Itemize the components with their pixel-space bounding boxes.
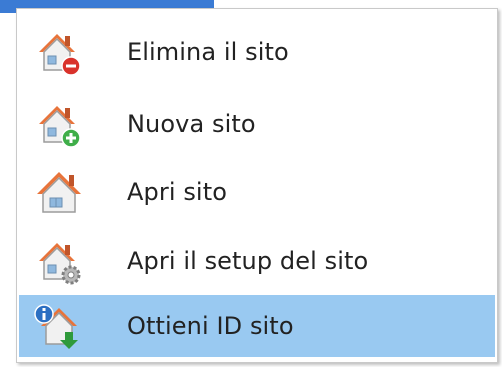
menu-item-label: Apri sito — [127, 178, 227, 206]
menu-item-get-site-id[interactable]: Ottieni ID sito — [19, 295, 495, 357]
background-fragment — [2, 54, 10, 64]
menu-item-delete-site[interactable]: Elimina il sito — [19, 20, 495, 84]
menu-item-label: Ottieni ID sito — [127, 312, 294, 340]
menu-item-label: Apri il setup del sito — [127, 247, 369, 275]
house-add-icon — [31, 96, 87, 152]
menu-item-open-site-setup[interactable]: Apri il setup del sito — [19, 229, 495, 293]
menu-item-open-site[interactable]: Apri sito — [19, 160, 495, 224]
house-info-download-icon — [31, 298, 87, 354]
house-settings-icon — [31, 233, 87, 289]
menu-item-label: Nuova sito — [127, 110, 256, 138]
house-delete-icon — [31, 24, 87, 80]
menu-item-label: Elimina il sito — [127, 38, 289, 66]
house-icon — [31, 164, 87, 220]
menu-item-new-site[interactable]: Nuova sito — [19, 92, 495, 156]
context-menu: Elimina il sito Nuova sito Apri sito Apr… — [16, 8, 498, 363]
screen: Elimina il sito Nuova sito Apri sito Apr… — [0, 0, 502, 367]
